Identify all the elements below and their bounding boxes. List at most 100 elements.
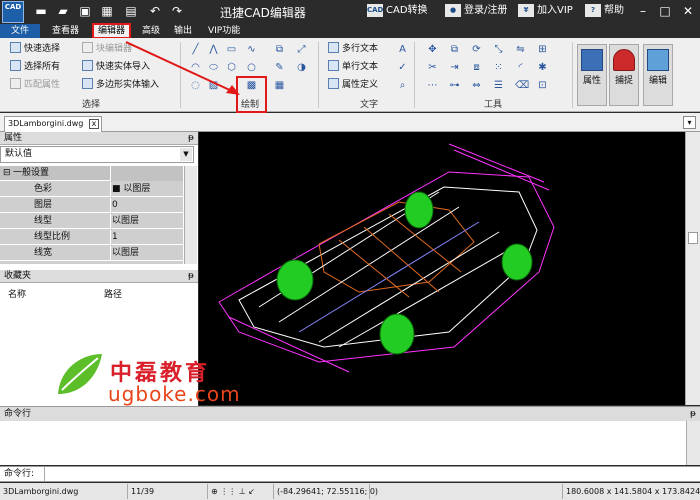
move-icon[interactable]: ✥ xyxy=(427,44,438,55)
snap-big-button[interactable]: 捕捉 xyxy=(609,44,639,106)
saveas-icon[interactable]: ▦ xyxy=(100,4,114,18)
quick-select-button[interactable]: 快速选择 xyxy=(10,42,60,56)
menu-file[interactable]: 文件 xyxy=(0,24,40,38)
properties-panel-header: 属性 ᵽ xyxy=(0,132,198,145)
minimize-icon[interactable]: – xyxy=(636,4,650,18)
extend-icon[interactable]: ⇥ xyxy=(449,62,460,73)
color-icon[interactable]: ◑ xyxy=(296,62,307,73)
find-text-icon[interactable]: ⌕ xyxy=(397,80,408,91)
transform-icon[interactable]: ⤢ xyxy=(296,44,307,55)
property-row[interactable]: 图层 0 xyxy=(0,198,183,213)
print-icon[interactable]: ▤ xyxy=(124,4,138,18)
join-icon[interactable]: ⊶ xyxy=(449,80,460,91)
status-coords: (-84.29641; 72.55116; 0) xyxy=(274,484,378,499)
property-section[interactable]: ⊟ 一般设置 xyxy=(0,166,183,181)
trim-icon[interactable]: ✂ xyxy=(427,62,438,73)
attdef-icon xyxy=(328,78,339,89)
block-editor-icon xyxy=(82,42,93,53)
pin-icon[interactable]: ᵽ xyxy=(690,407,696,421)
new-icon[interactable]: ▬ xyxy=(34,4,48,18)
property-row[interactable]: 线宽 以图层 xyxy=(0,246,183,261)
title-bar: CAD ▬ ▰ ▣ ▦ ▤ ↶ ↷ 迅捷CAD编辑器 CAD CAD转换 ● 登录/… xyxy=(0,0,700,24)
pencil-icon[interactable]: ✎ xyxy=(274,62,285,73)
property-scrollbar[interactable] xyxy=(184,166,197,264)
car-wireframe xyxy=(218,143,555,373)
properties-icon xyxy=(581,49,603,71)
property-row[interactable]: 色彩 ■ 以图层 xyxy=(0,182,183,197)
menu-editor[interactable]: 编辑器 xyxy=(92,23,132,39)
status-filename: 3DLamborgini.dwg xyxy=(0,484,128,499)
pin-icon[interactable]: ᵽ xyxy=(188,132,194,145)
select-all-button[interactable]: 选择所有 xyxy=(10,60,60,74)
save-icon[interactable]: ▣ xyxy=(78,4,92,18)
wheel-rear-right xyxy=(501,243,533,281)
mtext-button[interactable]: 多行文本 xyxy=(328,42,378,56)
join-vip-button[interactable]: ¥ 加入VIP xyxy=(518,4,573,18)
mirror-icon[interactable]: ⇋ xyxy=(515,44,526,55)
close-icon[interactable]: ✕ xyxy=(681,4,695,18)
rotate-icon[interactable]: ⟳ xyxy=(471,44,482,55)
group-separator xyxy=(318,42,319,108)
wheel-front-right xyxy=(379,313,415,355)
undo-icon[interactable]: ↶ xyxy=(148,4,162,18)
menu-viewer[interactable]: 查看器 xyxy=(48,24,83,38)
wheel-front-left xyxy=(276,259,314,301)
property-default-select[interactable]: 默认值 ▼ xyxy=(0,146,194,163)
stext-button[interactable]: 单行文本 xyxy=(328,60,378,74)
favorites-col-name[interactable]: 名称 xyxy=(8,287,26,300)
property-row[interactable]: 线型 以图层 xyxy=(0,214,183,229)
arrange-icon[interactable]: ⧉ xyxy=(274,44,285,55)
scroll-thumb[interactable] xyxy=(688,232,698,244)
measure-icon[interactable]: ⊞ xyxy=(537,44,548,55)
tab-close-icon[interactable]: x xyxy=(89,119,99,129)
break-icon[interactable]: ⋯ xyxy=(427,80,438,91)
array-icon[interactable]: ⁙ xyxy=(493,62,504,73)
section-toggle-icon[interactable]: ⊟ xyxy=(3,166,11,181)
group-label-tools: 工具 xyxy=(484,100,503,110)
group-icon[interactable]: ⊡ xyxy=(537,80,548,91)
command-input[interactable] xyxy=(44,467,696,481)
login-button[interactable]: ● 登录/注册 xyxy=(445,4,507,18)
maximize-icon[interactable]: □ xyxy=(658,4,672,18)
open-icon[interactable]: ▰ xyxy=(56,4,70,18)
edit-icon xyxy=(647,49,669,71)
menu-advanced[interactable]: 高级 xyxy=(138,24,164,38)
attdef-button[interactable]: 属性定义 xyxy=(328,78,378,92)
help-button[interactable]: ? 帮助 xyxy=(585,4,624,18)
match-props-icon xyxy=(10,78,21,89)
scale-icon[interactable]: ⤡ xyxy=(493,44,504,55)
app-logo-icon[interactable]: CAD xyxy=(2,1,24,23)
command-scrollbar[interactable] xyxy=(686,421,700,465)
command-history[interactable] xyxy=(0,421,686,465)
erase-icon[interactable]: ⌫ xyxy=(515,80,529,91)
menu-output[interactable]: 输出 xyxy=(170,24,196,38)
cad-convert-button[interactable]: CAD CAD转换 xyxy=(367,4,428,18)
properties-big-button[interactable]: 属性 xyxy=(577,44,607,106)
help-icon: ? xyxy=(585,4,601,17)
text-style-icon[interactable]: A xyxy=(397,44,408,55)
menu-vip[interactable]: VIP功能 xyxy=(204,24,244,38)
edit-big-button[interactable]: 编辑 xyxy=(643,44,673,106)
select-all-icon xyxy=(10,60,21,71)
match-props-button[interactable]: 匹配属性 xyxy=(10,78,60,92)
drawing-canvas[interactable] xyxy=(199,132,685,405)
explode-icon[interactable]: ✱ xyxy=(537,62,548,73)
status-toggles[interactable]: ⊕ ⋮⋮ ⊥ ↙ xyxy=(208,484,274,499)
favorites-col-path[interactable]: 路径 xyxy=(104,287,122,300)
pin-icon[interactable]: ᵽ xyxy=(188,270,194,283)
align-icon[interactable]: ☰ xyxy=(493,80,504,91)
spoiler-line xyxy=(453,149,550,191)
wire-line xyxy=(363,226,440,293)
property-row[interactable]: 线型比例 1 xyxy=(0,230,183,245)
spell-icon[interactable]: ✓ xyxy=(397,62,408,73)
document-tab[interactable]: 3DLamborgini.dwg x xyxy=(4,116,102,132)
copy-icon[interactable]: ⧉ xyxy=(449,44,460,55)
redo-icon[interactable]: ↷ xyxy=(170,4,184,18)
canvas-vertical-scrollbar[interactable] xyxy=(685,132,700,405)
cad-convert-icon: CAD xyxy=(367,4,383,17)
tab-list-icon[interactable]: ▾ xyxy=(683,116,696,129)
stretch-icon[interactable]: ⇔ xyxy=(471,80,482,91)
offset-icon[interactable]: ⧈ xyxy=(471,62,482,73)
fillet-icon[interactable]: ◜ xyxy=(515,62,526,73)
table-icon[interactable]: ▦ xyxy=(274,80,285,91)
